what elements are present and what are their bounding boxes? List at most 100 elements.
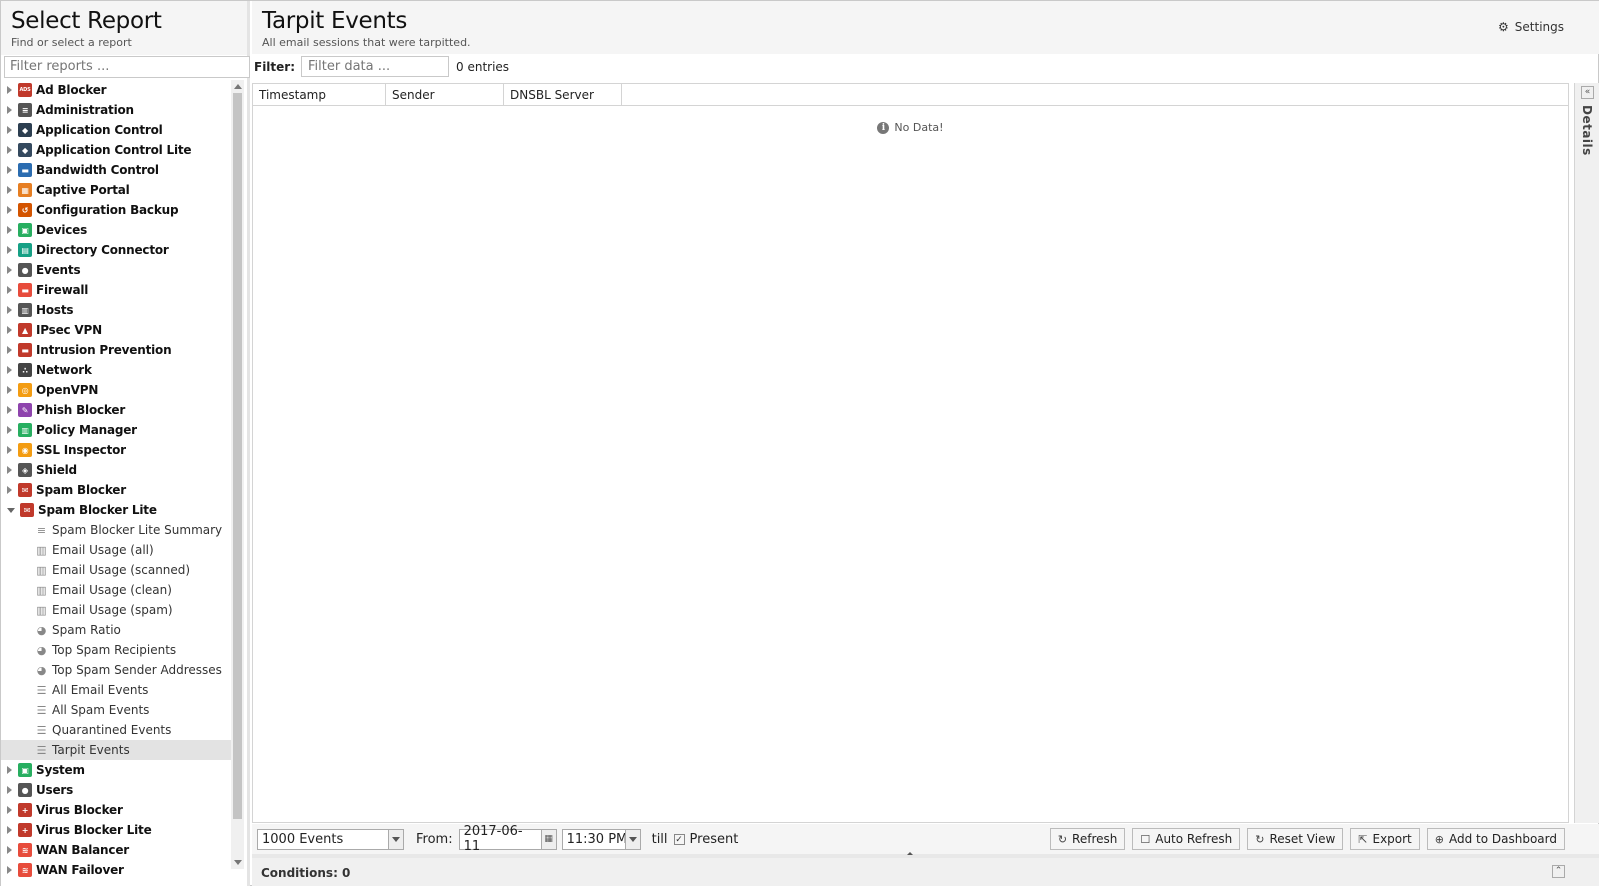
refresh-button[interactable]: ↻ Refresh <box>1049 828 1126 850</box>
report-category-devices[interactable]: ▣ Devices <box>1 220 237 240</box>
present-checkbox[interactable]: ✓ <box>673 833 685 845</box>
phish-blocker-icon: ✎ <box>18 403 32 417</box>
report-category-wan-balancer[interactable]: ≋ WAN Balancer <box>1 840 237 860</box>
report-category-spam-blocker[interactable]: ✉ Spam Blocker <box>1 480 237 500</box>
report-category-label: Spam Blocker Lite <box>38 503 157 517</box>
report-item[interactable]: ▥ Email Usage (clean) <box>1 580 237 600</box>
report-category-wan-failover[interactable]: ≋ WAN Failover <box>1 860 237 880</box>
collapsed-arrow-icon[interactable] <box>7 246 12 254</box>
report-category-virus-blocker[interactable]: + Virus Blocker <box>1 800 237 820</box>
collapsed-arrow-icon[interactable] <box>7 406 12 414</box>
report-category-captive-portal[interactable]: ▦ Captive Portal <box>1 180 237 200</box>
report-category-system[interactable]: ▣ System <box>1 760 237 780</box>
chevron-down-icon[interactable] <box>624 829 640 849</box>
collapsed-arrow-icon[interactable] <box>7 286 12 294</box>
report-item[interactable]: ☰ Quarantined Events <box>1 720 237 740</box>
report-category-configuration-backup[interactable]: ↺ Configuration Backup <box>1 200 237 220</box>
report-item[interactable]: ≡ Spam Blocker Lite Summary <box>1 520 237 540</box>
calendar-icon[interactable]: ▦ <box>540 829 556 849</box>
spam-blocker-lite-icon: ✉ <box>20 503 34 517</box>
collapsed-arrow-icon[interactable] <box>7 266 12 274</box>
events-limit-select[interactable]: 1000 Events <box>257 828 404 850</box>
report-category-administration[interactable]: ≡ Administration <box>1 100 237 120</box>
report-item[interactable]: ◕ Top Spam Recipients <box>1 640 237 660</box>
report-category-bandwidth-control[interactable]: ▬ Bandwidth Control <box>1 160 237 180</box>
report-category-ssl-inspector[interactable]: ◉ SSL Inspector <box>1 440 237 460</box>
collapsed-arrow-icon[interactable] <box>7 346 12 354</box>
report-category-events[interactable]: ● Events <box>1 260 237 280</box>
collapsed-arrow-icon[interactable] <box>7 806 12 814</box>
report-category-shield[interactable]: ◈ Shield <box>1 460 237 480</box>
report-category-label: Hosts <box>36 303 74 317</box>
report-category-policy-manager[interactable]: ▥ Policy Manager <box>1 420 237 440</box>
report-category-intrusion-prevention[interactable]: ▬ Intrusion Prevention <box>1 340 237 360</box>
auto-refresh-button[interactable]: ☐ Auto Refresh <box>1132 828 1241 850</box>
collapsed-arrow-icon[interactable] <box>7 846 12 854</box>
column-header-dnsbl-server[interactable]: DNSBL Server <box>504 84 622 105</box>
report-item[interactable]: ▥ Email Usage (spam) <box>1 600 237 620</box>
report-filter-input[interactable] <box>4 55 250 78</box>
collapsed-arrow-icon[interactable] <box>7 306 12 314</box>
collapsed-arrow-icon[interactable] <box>7 86 12 94</box>
report-category-virus-blocker-lite[interactable]: + Virus Blocker Lite <box>1 820 237 840</box>
column-header-sender[interactable]: Sender <box>386 84 504 105</box>
collapsed-arrow-icon[interactable] <box>7 866 12 874</box>
column-header-timestamp[interactable]: Timestamp <box>253 84 386 105</box>
report-category-application-control[interactable]: ◆ Application Control <box>1 120 237 140</box>
collapsed-arrow-icon[interactable] <box>7 366 12 374</box>
collapsed-arrow-icon[interactable] <box>7 466 12 474</box>
report-item[interactable]: ▥ Email Usage (all) <box>1 540 237 560</box>
configuration-backup-icon: ↺ <box>18 203 32 217</box>
splitter-arrow-icon[interactable] <box>907 852 913 855</box>
report-tree-scrollbar[interactable] <box>231 80 244 869</box>
report-category-directory-connector[interactable]: ▤ Directory Connector <box>1 240 237 260</box>
collapsed-arrow-icon[interactable] <box>7 426 12 434</box>
report-category-users[interactable]: ● Users <box>1 780 237 800</box>
report-category-ad-blocker[interactable]: ADS Ad Blocker <box>1 80 237 100</box>
from-time-field[interactable]: 11:30 PM <box>561 828 641 850</box>
collapsed-arrow-icon[interactable] <box>7 386 12 394</box>
expand-details-icon[interactable]: « <box>1581 86 1594 99</box>
collapsed-arrow-icon[interactable] <box>7 146 12 154</box>
collapsed-arrow-icon[interactable] <box>7 786 12 794</box>
collapsed-arrow-icon[interactable] <box>7 206 12 214</box>
scroll-thumb[interactable] <box>233 93 242 819</box>
expanded-arrow-icon[interactable] <box>7 507 15 513</box>
data-filter-input[interactable] <box>301 56 450 77</box>
collapsed-arrow-icon[interactable] <box>7 126 12 134</box>
report-item[interactable]: ◕ Spam Ratio <box>1 620 237 640</box>
reset-view-button[interactable]: ↻ Reset View <box>1247 828 1344 850</box>
collapsed-arrow-icon[interactable] <box>7 826 12 834</box>
scroll-up-arrow-icon[interactable] <box>234 84 242 89</box>
report-item[interactable]: ☰ Tarpit Events <box>1 740 237 760</box>
report-item[interactable]: ☰ All Email Events <box>1 680 237 700</box>
settings-button[interactable]: ⚙ Settings <box>1498 20 1564 34</box>
expand-conditions-icon[interactable]: ⌃ <box>1552 865 1565 878</box>
report-category-application-control-lite[interactable]: ◆ Application Control Lite <box>1 140 237 160</box>
report-category-spam-blocker-lite[interactable]: ✉ Spam Blocker Lite <box>1 500 237 520</box>
chevron-down-icon[interactable] <box>388 829 403 849</box>
collapsed-arrow-icon[interactable] <box>7 186 12 194</box>
from-date-field[interactable]: 2017-06-11 ▦ <box>458 824 557 854</box>
report-category-network[interactable]: ∴ Network <box>1 360 237 380</box>
collapsed-arrow-icon[interactable] <box>7 446 12 454</box>
report-item[interactable]: ◕ Top Spam Sender Addresses <box>1 660 237 680</box>
report-category-ipsec-vpn[interactable]: ▲ IPsec VPN <box>1 320 237 340</box>
export-button[interactable]: ⇱ Export <box>1350 828 1420 850</box>
report-category-hosts[interactable]: ▥ Hosts <box>1 300 237 320</box>
report-item[interactable]: ☰ All Spam Events <box>1 700 237 720</box>
report-category-phish-blocker[interactable]: ✎ Phish Blocker <box>1 400 237 420</box>
report-item[interactable]: ▥ Email Usage (scanned) <box>1 560 237 580</box>
collapsed-arrow-icon[interactable] <box>7 486 12 494</box>
collapsed-arrow-icon[interactable] <box>7 326 12 334</box>
scroll-down-arrow-icon[interactable] <box>234 860 242 865</box>
collapsed-arrow-icon[interactable] <box>7 226 12 234</box>
collapsed-arrow-icon[interactable] <box>7 766 12 774</box>
collapsed-arrow-icon[interactable] <box>7 106 12 114</box>
collapsed-arrow-icon[interactable] <box>7 166 12 174</box>
details-panel-collapsed[interactable]: « Details <box>1574 83 1599 823</box>
add-to-dashboard-button[interactable]: ⊕ Add to Dashboard <box>1426 828 1565 850</box>
report-category-firewall[interactable]: ▬ Firewall <box>1 280 237 300</box>
report-category-openvpn[interactable]: ◎ OpenVPN <box>1 380 237 400</box>
report-category-label: Phish Blocker <box>36 403 126 417</box>
